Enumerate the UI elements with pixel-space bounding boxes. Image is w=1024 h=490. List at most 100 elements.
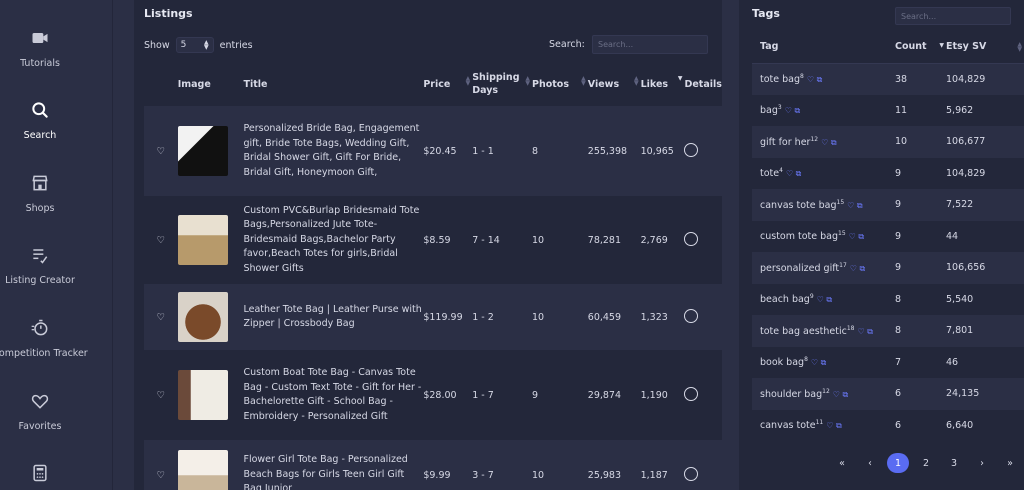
sidebar-item-competition-tracker[interactable]: Competition Tracker (0, 318, 88, 359)
copy-icon[interactable]: ⧉ (817, 75, 823, 84)
details-icon[interactable] (684, 308, 699, 323)
copy-icon[interactable]: ⧉ (796, 169, 802, 178)
heart-icon[interactable]: ♡ (833, 390, 840, 399)
tag-etsy-sv: 106,656 (938, 252, 1024, 284)
favorite-heart-icon[interactable]: ♡ (144, 106, 178, 196)
listing-title-link[interactable]: Custom Boat Tote Bag - Canvas Tote Bag -… (243, 350, 423, 440)
sidebar-item-label: Search (23, 130, 57, 141)
favorite-heart-icon[interactable]: ♡ (144, 196, 178, 284)
listing-thumbnail[interactable] (177, 450, 228, 490)
heart-icon[interactable]: ♡ (807, 75, 814, 84)
tag-length: 18 (846, 324, 855, 332)
listings-search-input[interactable]: Search... (592, 35, 708, 54)
page-1-button[interactable]: 1 (887, 453, 909, 473)
heart-icon[interactable]: ♡ (817, 295, 824, 304)
copy-icon[interactable]: ⧉ (836, 421, 842, 430)
details-icon[interactable] (684, 142, 699, 157)
sort-icon: ▲ ▼ (581, 75, 586, 87)
heart-icon[interactable]: ♡ (785, 106, 792, 115)
entries-value: 5 (180, 40, 187, 50)
listing-likes: 1,323 (640, 284, 685, 350)
prev-page-button[interactable]: ‹ (859, 453, 881, 473)
col-image: Image (177, 78, 211, 90)
heart-icon[interactable]: ♡ (826, 421, 833, 430)
col-photos[interactable]: Photos ▲ ▼ (532, 62, 588, 106)
col-views[interactable]: Views ▲ ▼ (588, 62, 641, 106)
sidebar-item-favorites[interactable]: Favorites (0, 391, 80, 432)
col-price[interactable]: Price ▲ ▼ (423, 62, 472, 106)
listing-image (177, 440, 244, 490)
details-icon[interactable] (684, 231, 699, 246)
page-3-button[interactable]: 3 (943, 453, 965, 473)
heart-icon[interactable]: ♡ (849, 232, 856, 241)
listing-thumbnail[interactable] (177, 215, 228, 265)
heart-icon[interactable]: ♡ (850, 264, 857, 273)
copy-icon[interactable]: ⧉ (821, 358, 827, 367)
tag-length: 8 (804, 356, 808, 364)
col-likes[interactable]: Likes ▼ (641, 62, 685, 106)
listing-photos: 10 (532, 284, 588, 350)
listing-shipping: 7 - 14 (472, 234, 500, 246)
heart-icon[interactable]: ♡ (821, 138, 828, 147)
details-cell (684, 106, 722, 196)
col-shipping[interactable]: Shipping Days ▲ ▼ (472, 62, 532, 106)
listing-thumbnail[interactable] (177, 370, 228, 420)
copy-icon[interactable]: ⧉ (831, 138, 837, 147)
col-count[interactable]: Count ▼ (895, 31, 944, 64)
copy-icon[interactable]: ⧉ (857, 201, 863, 210)
first-page-button[interactable]: « (831, 453, 853, 473)
listing-title-link[interactable]: Custom PVC&Burlap Bridesmaid Tote Bags,P… (243, 196, 423, 284)
listing-price: $9.99 (423, 440, 473, 490)
col-etsy-sv[interactable]: Etsy SV ▲ ▼ (938, 31, 1024, 64)
tags-search-input[interactable]: Search... (895, 7, 1011, 25)
col-details[interactable]: Details (684, 62, 722, 106)
heart-icon[interactable]: ♡ (847, 201, 854, 210)
copy-icon[interactable]: ⧉ (859, 264, 865, 273)
heart-icon[interactable]: ♡ (811, 358, 818, 367)
favorite-heart-icon[interactable]: ♡ (144, 284, 178, 350)
col-tag[interactable]: Tag (752, 31, 895, 64)
sidebar-item-shops[interactable]: Shops (0, 173, 80, 214)
listing-title-link[interactable]: Flower Girl Tote Bag - Personalized Beac… (243, 440, 424, 490)
details-icon[interactable] (684, 386, 699, 401)
listing-title-link[interactable]: Personalized Bride Bag, Engagement gift,… (243, 106, 424, 196)
show-label: Show (144, 39, 170, 51)
sidebar-item-calculator[interactable] (0, 463, 80, 483)
tag-cell: tote bag8 ♡ ⧉ (752, 63, 895, 95)
details-icon[interactable] (684, 466, 699, 481)
tag-etsy-sv: 7,522 (938, 189, 1024, 221)
sidebar-item-tutorials[interactable]: Tutorials (0, 28, 80, 69)
tag-count: 9 (895, 167, 902, 179)
listing-thumbnail[interactable] (177, 292, 228, 342)
entries-select[interactable]: 5 ▲ ▼ (175, 37, 214, 53)
tag-name: tote (760, 168, 780, 180)
col-title[interactable]: Title (243, 62, 423, 106)
sort-icon: ▼ (677, 75, 683, 82)
tag-row: custom tote bag15 ♡ ⧉ 9 44 (752, 221, 1024, 253)
heart-icon[interactable]: ♡ (786, 169, 793, 178)
heart-icon[interactable]: ♡ (857, 327, 864, 336)
copy-icon[interactable]: ⧉ (826, 295, 832, 304)
copy-icon[interactable]: ⧉ (858, 232, 864, 241)
listing-image (177, 106, 244, 196)
favorite-heart-icon[interactable]: ♡ (144, 350, 178, 440)
tag-cell: canvas tote11 ♡ ⧉ (752, 410, 895, 442)
favorite-heart-icon[interactable]: ♡ (144, 440, 178, 490)
listing-photos: 10 (532, 440, 588, 490)
copy-icon[interactable]: ⧉ (843, 390, 849, 399)
sidebar-item-listing-creator[interactable]: Listing Creator (0, 245, 80, 286)
entries-label: entries (219, 39, 253, 51)
copy-icon[interactable]: ⧉ (867, 327, 873, 336)
tag-etsy-sv: 5,962 (946, 104, 974, 116)
last-page-button[interactable]: » (999, 453, 1021, 473)
page-2-button[interactable]: 2 (915, 453, 937, 473)
next-page-button[interactable]: › (971, 453, 993, 473)
tag-cell: tote4 ♡ ⧉ (752, 158, 895, 190)
copy-icon[interactable]: ⧉ (794, 106, 800, 115)
listing-price: $8.59 (423, 234, 451, 246)
tag-row: tote4 ♡ ⧉ 9 104,829 (752, 158, 1024, 190)
listing-title-link[interactable]: Leather Tote Bag | Leather Purse with Zi… (243, 284, 424, 350)
sidebar-item-search[interactable]: Search (0, 100, 80, 141)
tag-row: tote bag8 ♡ ⧉ 38 104,829 (752, 63, 1024, 95)
listing-thumbnail[interactable] (177, 126, 228, 176)
